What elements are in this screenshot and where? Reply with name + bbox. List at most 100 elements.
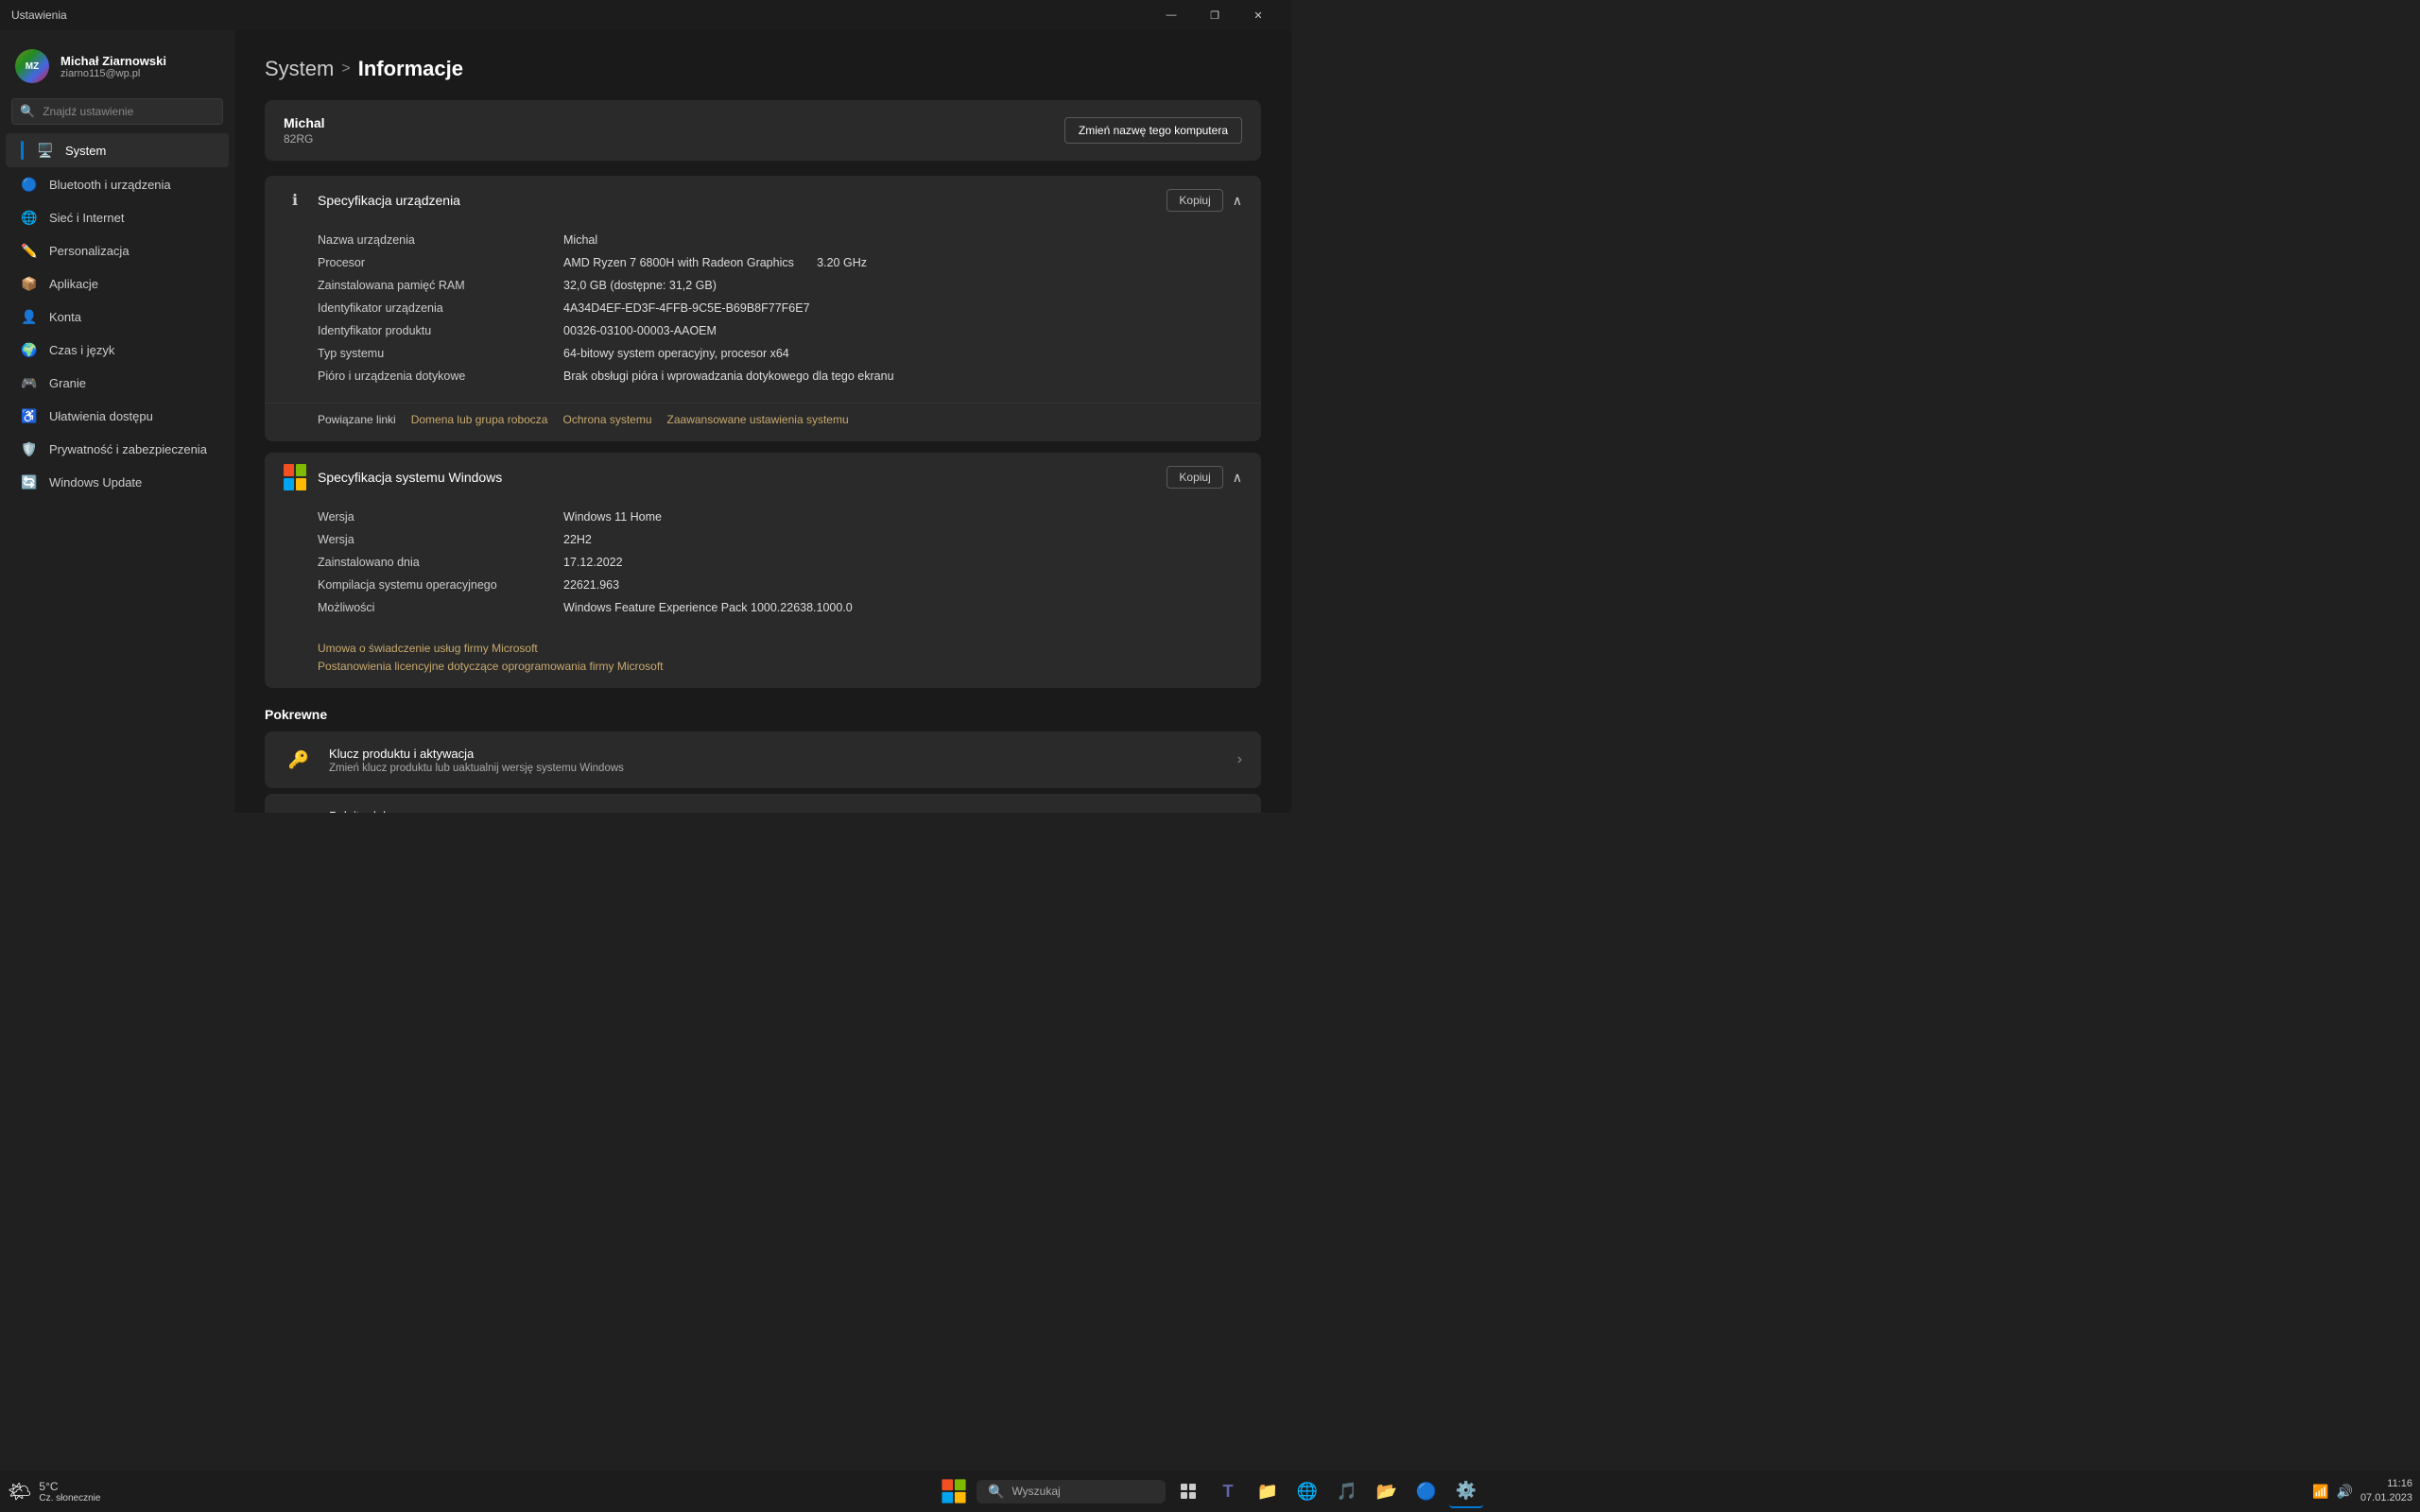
privacy-icon: 🛡️ [21, 440, 38, 457]
device-name: Michal [284, 115, 325, 130]
advanced-link[interactable]: Zaawansowane ustawienia systemu [667, 413, 849, 426]
sidebar-item-label-apps: Aplikacje [49, 277, 98, 291]
accessibility-icon: ♿ [21, 407, 38, 424]
sidebar-item-label-system: System [65, 144, 106, 158]
search-input[interactable] [43, 105, 215, 118]
sidebar-item-accessibility[interactable]: ♿ Ułatwienia dostępu [6, 400, 229, 432]
taskbar-left: 🌤 5°C Cz. słonecznie [8, 1480, 108, 1503]
copy-windows-specs-button[interactable]: Kopiuj [1167, 466, 1222, 489]
windows-logo-icon [284, 466, 306, 489]
clock[interactable]: 11:16 07.01.2023 [2360, 1477, 2412, 1506]
search-icon: 🔍 [20, 104, 35, 119]
avatar: MZ [15, 49, 49, 83]
spec-label: Nazwa urządzenia [318, 233, 544, 247]
sidebar-item-apps[interactable]: 📦 Aplikacje [6, 267, 229, 300]
sidebar-item-label-accounts: Konta [49, 310, 81, 324]
spotify-button[interactable]: 🎵 [1330, 1474, 1364, 1508]
spec-row-system-type: Typ systemu 64-bitowy system operacyjny,… [318, 342, 1242, 365]
file-explorer-button[interactable]: 📁 [1251, 1474, 1285, 1508]
browser-button[interactable]: 🌐 [1290, 1474, 1324, 1508]
spec-value: Brak obsługi pióra i wprowadzania dotyko… [563, 369, 1242, 383]
teams-icon: T [1223, 1482, 1234, 1502]
sidebar-item-gaming[interactable]: 🎮 Granie [6, 367, 229, 399]
domain-link[interactable]: Domena lub grupa robocza [411, 413, 548, 426]
gaming-icon: 🎮 [21, 374, 38, 391]
spec-value: Windows Feature Experience Pack 1000.226… [563, 601, 1242, 614]
protection-link[interactable]: Ochrona systemu [562, 413, 651, 426]
sidebar-item-time[interactable]: 🌍 Czas i język [6, 334, 229, 366]
network-icon: 🌐 [21, 209, 38, 226]
date-display: 07.01.2023 [2360, 1491, 2412, 1505]
sidebar-item-bluetooth[interactable]: 🔵 Bluetooth i urządzenia [6, 168, 229, 200]
device-header: Michal 82RG Zmień nazwę tego komputera [265, 100, 1261, 161]
windows-specs-header[interactable]: Specyfikacja systemu Windows Kopiuj ∧ [265, 453, 1261, 502]
spotify-icon: 🎵 [1337, 1482, 1357, 1502]
remote-desktop-text: Pulpit zdalny Kontroluj to urządzenie z … [329, 809, 1222, 814]
close-button[interactable]: ✕ [1236, 0, 1280, 30]
sidebar-item-system[interactable]: 🖥️ System [6, 133, 229, 167]
spec-value: Windows 11 Home [563, 510, 1242, 524]
rename-computer-button[interactable]: Zmień nazwę tego komputera [1064, 117, 1242, 144]
files-button[interactable]: 📂 [1370, 1474, 1404, 1508]
breadcrumb: System > Informacje [265, 57, 1261, 81]
section-header-right: Kopiuj ∧ [1167, 189, 1242, 212]
bluetooth-icon: 🔵 [21, 176, 38, 193]
windows-spec-table: Wersja Windows 11 Home Wersja 22H2 Zains… [265, 502, 1261, 634]
file-explorer-icon: 📁 [1257, 1482, 1278, 1502]
product-key-desc: Zmień klucz produktu lub uaktualnij wers… [329, 763, 1222, 774]
personalization-icon: ✏️ [21, 242, 38, 259]
sidebar-search[interactable]: 🔍 [11, 98, 223, 125]
taskbar-right: 📶 🔊 11:16 07.01.2023 [2312, 1477, 2412, 1506]
settings-taskbar-icon: ⚙️ [1456, 1481, 1477, 1501]
maximize-button[interactable]: ❐ [1193, 0, 1236, 30]
sidebar-user[interactable]: MZ Michał Ziarnowski ziarno115@wp.pl [0, 42, 234, 98]
start-button[interactable] [937, 1474, 971, 1508]
sidebar-item-network[interactable]: 🌐 Sieć i Internet [6, 201, 229, 233]
settings-taskbar-button[interactable]: ⚙️ [1449, 1474, 1483, 1508]
sidebar-item-windows-update[interactable]: 🔄 Windows Update [6, 466, 229, 498]
chrome-button[interactable]: 🔵 [1409, 1474, 1443, 1508]
weather-icon: 🌤 [8, 1480, 31, 1503]
spec-row-install-date: Zainstalowano dnia 17.12.2022 [318, 551, 1242, 574]
sidebar-item-label-time: Czas i język [49, 343, 114, 357]
ms-agreement-link[interactable]: Umowa o świadczenie usług firmy Microsof… [318, 642, 1208, 655]
device-specs-header[interactable]: ℹ Specyfikacja urządzenia Kopiuj ∧ [265, 176, 1261, 225]
taskbar-center: 🔍 Wyszukaj T 📁 🌐 🎵 [937, 1474, 1483, 1508]
spec-row-ram: Zainstalowana pamięć RAM 32,0 GB (dostęp… [318, 274, 1242, 297]
apps-icon: 📦 [21, 275, 38, 292]
system-icon: 🖥️ [37, 142, 54, 159]
chevron-up-icon: ∧ [1233, 193, 1242, 209]
sidebar-item-personalization[interactable]: ✏️ Personalizacja [6, 234, 229, 266]
ms-license-link[interactable]: Postanowienia licencyjne dotyczące oprog… [318, 660, 664, 673]
sidebar-item-label-windows-update: Windows Update [49, 475, 142, 490]
spec-value: 00326-03100-00003-AAOEM [563, 324, 1242, 337]
spec-value: 32,0 GB (dostępne: 31,2 GB) [563, 279, 1242, 292]
sidebar-item-accounts[interactable]: 👤 Konta [6, 301, 229, 333]
product-key-item[interactable]: 🔑 Klucz produktu i aktywacja Zmień klucz… [265, 731, 1261, 788]
spec-row-build: Kompilacja systemu operacyjnego 22621.96… [318, 574, 1242, 596]
product-key-text: Klucz produktu i aktywacja Zmień klucz p… [329, 747, 1222, 774]
spec-row-device-id: Identyfikator urządzenia 4A34D4EF-ED3F-4… [318, 297, 1242, 319]
volume-icon: 🔊 [2337, 1484, 2353, 1500]
remote-icon: ↔ [284, 807, 314, 813]
minimize-button[interactable]: — [1150, 0, 1193, 30]
breadcrumb-parent: System [265, 57, 334, 81]
info-icon: ℹ [284, 189, 306, 212]
weather-widget[interactable]: 🌤 5°C Cz. słonecznie [8, 1480, 108, 1503]
teams-button[interactable]: T [1211, 1474, 1245, 1508]
spec-label: Pióro i urządzenia dotykowe [318, 369, 544, 383]
remote-desktop-item[interactable]: ↔ Pulpit zdalny Kontroluj to urządzenie … [265, 794, 1261, 813]
spec-label: Zainstalowano dnia [318, 556, 544, 569]
task-view-button[interactable] [1171, 1474, 1205, 1508]
spec-value: 17.12.2022 [563, 556, 1242, 569]
section-header-left: Specyfikacja systemu Windows [284, 466, 502, 489]
active-indicator [21, 141, 24, 160]
copy-device-specs-button[interactable]: Kopiuj [1167, 189, 1222, 212]
taskbar-search[interactable]: 🔍 Wyszukaj [977, 1480, 1166, 1503]
titlebar-controls: — ❐ ✕ [1150, 0, 1280, 30]
time-icon: 🌍 [21, 341, 38, 358]
time-display: 11:16 [2360, 1477, 2412, 1491]
sidebar-item-privacy[interactable]: 🛡️ Prywatność i zabezpieczenia [6, 433, 229, 465]
spec-label: Procesor [318, 256, 544, 269]
remote-desktop-title: Pulpit zdalny [329, 809, 1222, 814]
